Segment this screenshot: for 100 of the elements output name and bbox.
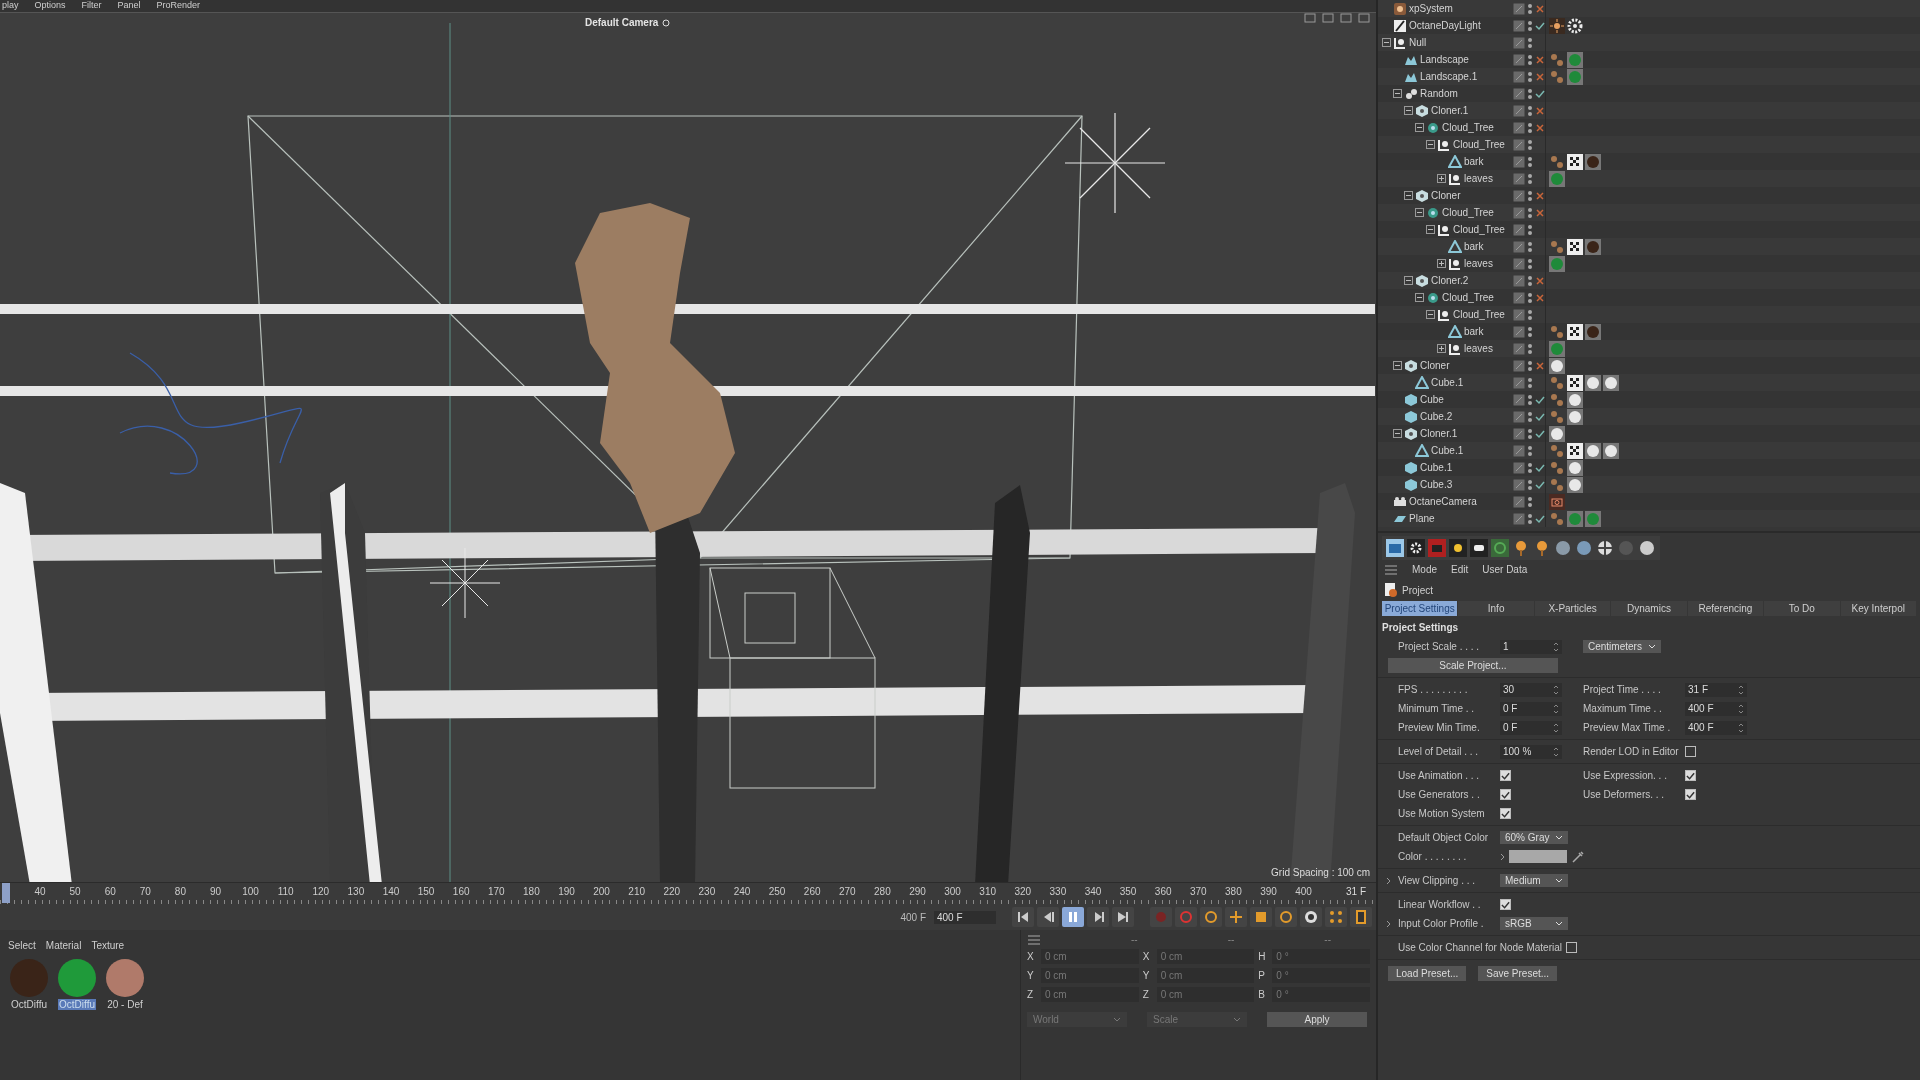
visibility-dots-icon[interactable] <box>1527 478 1533 491</box>
collapse-icon[interactable] <box>1404 106 1413 115</box>
visibility-dots-icon[interactable] <box>1527 87 1533 100</box>
view-control-icon[interactable] <box>1304 13 1316 23</box>
material-thumbnail[interactable]: 20 - Def <box>104 957 146 1012</box>
coordinate-field[interactable]: 0 cm <box>1041 987 1139 1002</box>
visibility-dots-icon[interactable] <box>1527 70 1533 83</box>
menu-item[interactable]: Edit <box>1451 564 1469 575</box>
visibility-dots-icon[interactable] <box>1527 359 1533 372</box>
visibility-dots-icon[interactable] <box>1527 104 1533 117</box>
button[interactable]: Load Preset... <box>1388 966 1467 981</box>
layer-icon[interactable] <box>1513 512 1525 525</box>
material-tag-icon[interactable] <box>1585 374 1601 391</box>
visibility-dots-icon[interactable] <box>1527 495 1533 508</box>
layer-icon[interactable] <box>1513 53 1525 66</box>
menu-item[interactable]: Texture <box>91 940 125 951</box>
tab[interactable]: To Do <box>1764 601 1840 616</box>
tab[interactable]: X-Particles <box>1534 601 1611 616</box>
visibility-dots-icon[interactable] <box>1527 19 1533 32</box>
collapse-icon[interactable] <box>1393 429 1402 438</box>
tab[interactable]: Info <box>1458 601 1534 616</box>
visibility-dots-icon[interactable] <box>1527 308 1533 321</box>
material-thumbnail[interactable]: OctDiffu <box>8 957 50 1012</box>
end-frame-field[interactable]: 400 F <box>934 910 996 924</box>
menu-item[interactable]: User Data <box>1482 564 1528 575</box>
sun-icon[interactable] <box>1449 539 1467 557</box>
number-field[interactable]: 400 F <box>1685 701 1747 716</box>
spinner-icon[interactable] <box>1738 683 1744 696</box>
coordinate-field[interactable]: 0 ° <box>1272 968 1370 983</box>
checker-tag-icon[interactable] <box>1567 238 1583 255</box>
collapse-icon[interactable] <box>1415 293 1424 302</box>
button[interactable]: Scale Project... <box>1388 658 1558 673</box>
collapse-icon[interactable] <box>1426 140 1435 149</box>
number-field[interactable]: 0 F <box>1500 701 1562 716</box>
coordinate-field[interactable]: 0 ° <box>1272 949 1370 964</box>
visibility-dots-icon[interactable] <box>1527 2 1533 15</box>
checkbox[interactable] <box>1500 789 1511 800</box>
menu-icon[interactable] <box>1027 934 1041 945</box>
menu-item[interactable]: Panel <box>117 0 141 12</box>
camera-tag-icon[interactable] <box>1549 493 1565 510</box>
timeline-ruler[interactable]: 40 50 60 70 80 90 100 110 120 130 140 150 160 170 180 190 200 210 220 230 240 250 260 270 280 290 300 310 320 330 340 350 360 370 380 390 400 31 F <box>0 882 1376 904</box>
gear-tag-icon[interactable] <box>1567 17 1583 34</box>
collapse-icon[interactable] <box>1382 38 1391 47</box>
enabled-check-icon[interactable] <box>1535 479 1545 490</box>
material-tag-icon[interactable] <box>1567 459 1583 476</box>
layer-icon[interactable] <box>1513 427 1525 440</box>
menu-item[interactable]: Material <box>45 940 82 951</box>
sphere-icon[interactable] <box>1638 539 1656 557</box>
enabled-check-icon[interactable] <box>1535 88 1545 99</box>
view-control-icon[interactable] <box>1322 13 1334 23</box>
layer-icon[interactable] <box>1513 36 1525 49</box>
menu-item[interactable]: play <box>2 0 19 12</box>
visibility-dots-icon[interactable] <box>1527 291 1533 304</box>
sun-tag-icon[interactable] <box>1549 17 1565 34</box>
layer-icon[interactable] <box>1513 410 1525 423</box>
spinner-icon[interactable] <box>1553 745 1559 758</box>
spinner-icon[interactable] <box>1553 640 1559 653</box>
coordinate-field[interactable]: 0 cm <box>1156 987 1255 1002</box>
layer-icon[interactable] <box>1513 444 1525 457</box>
visibility-dots-icon[interactable] <box>1527 274 1533 287</box>
menu-item[interactable]: ProRender <box>156 0 201 12</box>
layer-icon[interactable] <box>1513 376 1525 389</box>
visibility-dots-icon[interactable] <box>1527 172 1533 185</box>
dropdown[interactable]: Medium <box>1500 874 1568 887</box>
layer-icon[interactable] <box>1513 104 1525 117</box>
layer-icon[interactable] <box>1513 138 1525 151</box>
sphere-icon[interactable] <box>1575 539 1593 557</box>
coordinate-field[interactable]: 0 cm <box>1041 968 1139 983</box>
visibility-dots-icon[interactable] <box>1527 325 1533 338</box>
visibility-dots-icon[interactable] <box>1527 121 1533 134</box>
menu-item[interactable]: Options <box>34 0 66 12</box>
layer-icon[interactable] <box>1513 155 1525 168</box>
expand-icon[interactable] <box>1437 174 1446 183</box>
layer-icon[interactable] <box>1513 308 1525 321</box>
collapse-icon[interactable] <box>1426 310 1435 319</box>
checkbox[interactable] <box>1500 770 1511 781</box>
sphere-icon[interactable] <box>1554 539 1572 557</box>
layer-icon[interactable] <box>1513 342 1525 355</box>
material-tag-icon[interactable] <box>1567 476 1583 493</box>
dropdown[interactable]: sRGB <box>1500 917 1568 930</box>
layer-icon[interactable] <box>1513 359 1525 372</box>
spinner-icon[interactable] <box>1738 702 1744 715</box>
visibility-dots-icon[interactable] <box>1527 189 1533 202</box>
visibility-dots-icon[interactable] <box>1527 155 1533 168</box>
visibility-dots-icon[interactable] <box>1527 257 1533 270</box>
menu-icon[interactable] <box>1384 564 1398 575</box>
layer-icon[interactable] <box>1513 478 1525 491</box>
visibility-dots-icon[interactable] <box>1527 512 1533 525</box>
dropdown[interactable]: 60% Gray <box>1500 831 1569 844</box>
number-field[interactable]: 100 % <box>1500 744 1562 759</box>
visibility-dots-icon[interactable] <box>1527 223 1533 236</box>
collapse-icon[interactable] <box>1393 89 1402 98</box>
coordinate-field[interactable]: 0 cm <box>1156 949 1255 964</box>
visibility-dots-icon[interactable] <box>1527 240 1533 253</box>
visibility-dots-icon[interactable] <box>1527 53 1533 66</box>
material-tag-icon[interactable] <box>1585 442 1601 459</box>
material-tag-icon[interactable] <box>1603 442 1619 459</box>
viewport[interactable]: Default Camera Grid Spacing : 100 cm <box>0 12 1376 882</box>
layer-icon[interactable] <box>1513 291 1525 304</box>
dropdown[interactable]: Centimeters <box>1583 640 1661 653</box>
